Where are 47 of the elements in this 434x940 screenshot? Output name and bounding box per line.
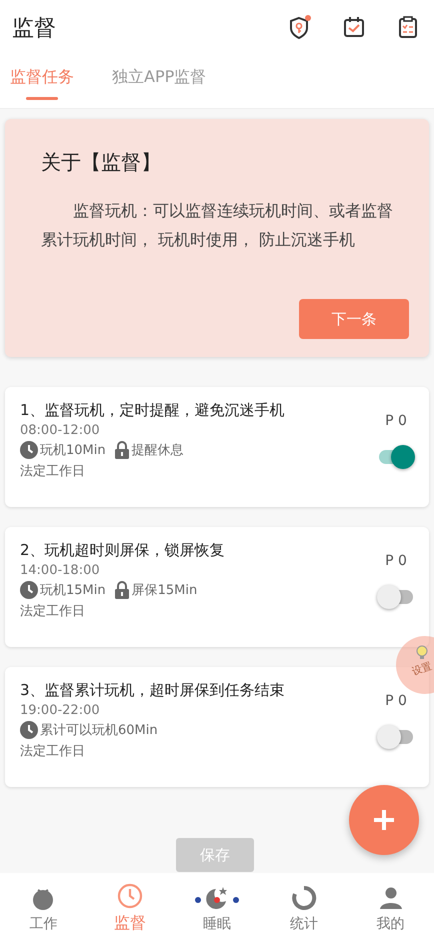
lock-icon	[114, 581, 130, 599]
nav-item[interactable]: 统计	[260, 873, 348, 940]
tab[interactable]: 独立APP监督	[112, 56, 206, 108]
toggle-switch[interactable]	[377, 445, 415, 469]
task-title: 1、监督玩机，定时提醒，避免沉迷手机	[20, 401, 285, 420]
nav-item[interactable]: 监督	[86, 873, 174, 940]
tag-text: 玩机10Min	[40, 442, 106, 459]
task-card[interactable]: 1、监督玩机，定时提醒，避免沉迷手机 08:00-12:00 玩机10Min 提醒休息 法定工作日 P 0	[5, 387, 429, 507]
task-title: 3、监督累计玩机，超时屏保到任务结束	[20, 681, 285, 700]
lock-icon	[114, 441, 130, 459]
tag-text: 玩机15Min	[40, 582, 106, 599]
task-days: 法定工作日	[20, 462, 285, 480]
toggle-switch[interactable]	[377, 585, 415, 609]
plus-icon	[371, 807, 397, 833]
task-days: 法定工作日	[20, 742, 285, 760]
shield-key-icon[interactable]	[288, 15, 312, 41]
tab[interactable]: 监督任务	[10, 56, 74, 108]
toggle-switch[interactable]	[377, 725, 415, 749]
nav-item[interactable]: 工作	[0, 873, 87, 940]
priority-label: P 0	[385, 553, 407, 569]
person-icon	[378, 884, 404, 910]
card-title: 关于【监督】	[41, 149, 162, 176]
priority-label: P 0	[385, 693, 407, 709]
clock-icon	[20, 721, 38, 739]
tag-text: 累计可以玩机60Min	[40, 722, 158, 739]
priority-label: P 0	[385, 413, 407, 429]
clock-icon	[20, 441, 38, 459]
clock-icon	[20, 581, 38, 599]
task-time: 14:00-18:00	[20, 563, 101, 578]
tag-text: 屏保15Min	[132, 582, 198, 599]
next-button[interactable]: 下一条	[299, 299, 409, 339]
nav-item[interactable]: 睡眠	[174, 873, 260, 940]
add-button[interactable]	[349, 785, 419, 855]
card-text: 监督玩机：可以监督连续玩机时间、或者监督累计玩机时间， 玩机时使用， 防止沉迷手机	[41, 200, 394, 251]
task-time: 19:00-22:00	[20, 703, 101, 718]
clipboard-list-icon[interactable]	[396, 15, 420, 41]
task-card[interactable]: 2、玩机超时则屏保，锁屏恢复 14:00-18:00 玩机15Min 屏保15Min 法定工作日 P 0	[5, 527, 429, 647]
page-title: 监督	[12, 15, 56, 43]
task-title: 2、玩机超时则屏保，锁屏恢复	[20, 541, 225, 560]
moon-icon	[194, 884, 240, 910]
tip-bubble[interactable]: 设置	[396, 636, 434, 694]
nav-item[interactable]: 我的	[347, 873, 434, 940]
task-time: 08:00-12:00	[20, 423, 101, 438]
task-days: 法定工作日	[20, 602, 225, 620]
ring-icon	[290, 884, 317, 910]
tag-text: 提醒休息	[132, 442, 184, 459]
clock-icon	[117, 883, 144, 909]
